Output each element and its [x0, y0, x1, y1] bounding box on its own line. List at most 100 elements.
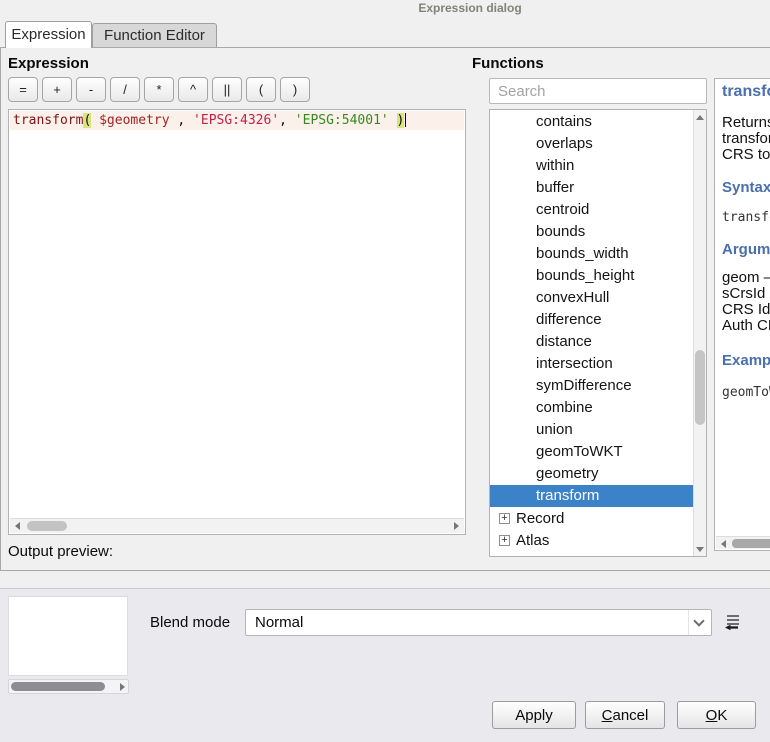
function-list-item[interactable]: union: [490, 419, 693, 441]
apply-button-label: Apply: [493, 707, 575, 724]
operator-button-+[interactable]: +: [42, 77, 72, 102]
triangle-right-icon: [454, 522, 459, 530]
function-list-item[interactable]: symDifference: [490, 375, 693, 397]
triangle-left-icon: [721, 540, 726, 548]
scroll-down-button[interactable]: [694, 542, 706, 556]
scroll-left-button[interactable]: [716, 537, 731, 551]
apply-button[interactable]: Apply: [492, 701, 576, 729]
operator-button--[interactable]: -: [76, 77, 106, 102]
arguments-heading: Arguments: [722, 241, 770, 258]
expand-icon[interactable]: +: [499, 513, 510, 524]
operator-button-^[interactable]: ^: [178, 77, 208, 102]
help-text-line: Returns: [722, 115, 770, 131]
operator-button-||[interactable]: ||: [212, 77, 242, 102]
operator-button-=[interactable]: =: [8, 77, 38, 102]
data-defined-override-button[interactable]: [719, 610, 745, 636]
function-list-item[interactable]: difference: [490, 309, 693, 331]
code-token: 'EPSG:54001': [295, 113, 389, 128]
function-group-label: Atlas: [516, 532, 549, 549]
function-group-label: Record: [516, 510, 564, 527]
example-code: geomToWKT(: [722, 385, 770, 400]
scroll-up-button[interactable]: [694, 110, 706, 124]
help-text-line: sCrsId -: [722, 286, 770, 302]
scrollbar-thumb[interactable]: [27, 521, 67, 531]
functions-section-label: Functions: [472, 55, 544, 72]
search-input[interactable]: [489, 78, 707, 104]
function-list-items: containsoverlapswithinbuffercentroidboun…: [490, 111, 693, 551]
function-list-item[interactable]: centroid: [490, 199, 693, 221]
function-list-item[interactable]: convexHull: [490, 287, 693, 309]
function-list-item[interactable]: bounds: [490, 221, 693, 243]
code-token: [91, 113, 99, 128]
help-text-line: geom —: [722, 270, 770, 286]
function-list-scrollbar[interactable]: [693, 110, 706, 556]
triangle-right-icon[interactable]: [120, 683, 125, 691]
preview-hscrollbar[interactable]: [8, 679, 129, 694]
tab-function-editor[interactable]: Function Editor: [92, 23, 217, 47]
cancel-button[interactable]: Cancel: [585, 701, 665, 729]
code-token: transform: [13, 113, 83, 128]
ok-button[interactable]: OK: [677, 701, 756, 729]
help-hscrollbar[interactable]: [716, 536, 770, 549]
operator-button-/[interactable]: /: [110, 77, 140, 102]
cancel-button-label: Cancel: [586, 707, 664, 724]
function-list-item[interactable]: transform: [490, 485, 693, 507]
function-list-item[interactable]: distance: [490, 331, 693, 353]
tab-expression[interactable]: Expression: [5, 21, 92, 48]
help-text-line: CRS Id: [722, 302, 770, 318]
combo-dropdown-button[interactable]: [688, 610, 711, 635]
triangle-down-icon: [696, 547, 704, 552]
help-text-line: Auth CR: [722, 318, 770, 334]
triangle-up-icon: [696, 115, 704, 120]
expression-section-label: Expression: [8, 55, 89, 72]
editor-hscrollbar[interactable]: [10, 518, 464, 533]
scrollbar-thumb[interactable]: [695, 350, 705, 425]
scrollbar-thumb[interactable]: [732, 539, 770, 548]
function-list-item[interactable]: within: [490, 155, 693, 177]
expression-editor[interactable]: transform( $geometry , 'EPSG:4326', 'EPS…: [8, 109, 466, 535]
blend-mode-label: Blend mode: [150, 609, 230, 636]
example-heading: Example: [722, 352, 770, 369]
code-token: [389, 113, 397, 128]
function-list-item[interactable]: overlaps: [490, 133, 693, 155]
code-token: 'EPSG:4326': [193, 113, 279, 128]
function-list-item[interactable]: geometry: [490, 463, 693, 485]
syntax-code: transform(: [722, 210, 770, 225]
expression-code-line[interactable]: transform( $geometry , 'EPSG:4326', 'EPS…: [10, 111, 464, 130]
code-token: $geometry: [99, 113, 169, 128]
function-group[interactable]: + Atlas: [490, 529, 693, 551]
code-token: ): [397, 113, 405, 128]
operator-button-)[interactable]: ): [280, 77, 310, 102]
help-text-line: CRS to: [722, 147, 770, 163]
function-list-item[interactable]: bounds_height: [490, 265, 693, 287]
data-defined-override-icon: [722, 612, 742, 632]
operator-button-*[interactable]: *: [144, 77, 174, 102]
help-panel: transform ReturnstransforCRS to Syntax t…: [714, 78, 770, 551]
function-list-item[interactable]: intersection: [490, 353, 693, 375]
scroll-right-button[interactable]: [449, 519, 464, 533]
chevron-down-icon: [693, 615, 704, 626]
code-token: ,: [279, 113, 295, 128]
help-text-line: transfor: [722, 131, 770, 147]
blend-mode-value: Normal: [255, 610, 303, 635]
function-list-item[interactable]: combine: [490, 397, 693, 419]
expand-icon[interactable]: +: [499, 535, 510, 546]
blend-mode-select[interactable]: Normal: [245, 609, 712, 636]
operator-button-([interactable]: (: [246, 77, 276, 102]
function-list-item[interactable]: geomToWKT: [490, 441, 693, 463]
function-list-item[interactable]: buffer: [490, 177, 693, 199]
window-title: Expression dialog: [418, 1, 521, 15]
output-preview-label: Output preview:: [8, 543, 113, 560]
function-list[interactable]: containsoverlapswithinbuffercentroidboun…: [489, 109, 707, 557]
syntax-heading: Syntax: [722, 179, 770, 196]
function-list-item[interactable]: bounds_width: [490, 243, 693, 265]
help-description: ReturnstransforCRS to: [722, 115, 770, 163]
text-caret: [405, 113, 406, 127]
help-title: transform: [722, 83, 770, 101]
scrollbar-thumb[interactable]: [11, 682, 105, 691]
triangle-left-icon: [15, 522, 20, 530]
function-group[interactable]: + Record: [490, 507, 693, 529]
operator-row: =+-/*^||(): [8, 77, 314, 102]
function-list-item[interactable]: contains: [490, 111, 693, 133]
scroll-left-button[interactable]: [10, 519, 25, 533]
